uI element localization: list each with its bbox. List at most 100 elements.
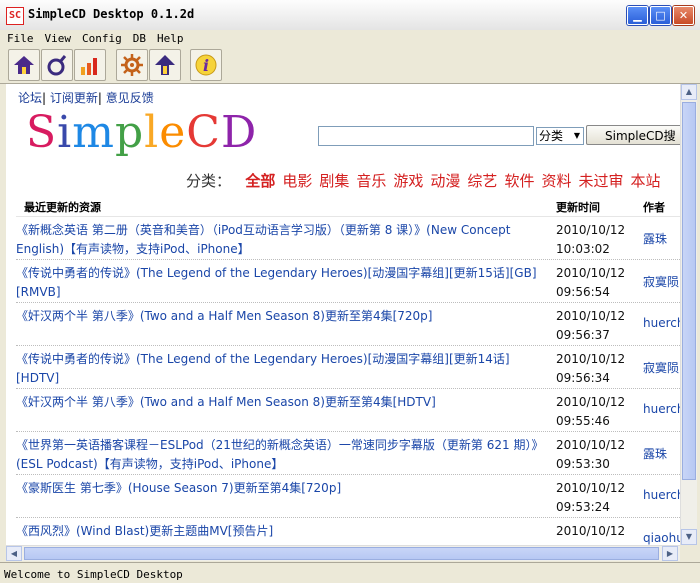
scroll-up-button[interactable]: ▲ — [681, 84, 697, 100]
category-link[interactable]: 动漫 — [430, 172, 460, 190]
author-link[interactable]: 寂寞陨 — [643, 273, 679, 290]
author-link[interactable]: 露珠 — [643, 230, 667, 247]
list-header: 最近更新的资源 更新时间 作者 — [16, 194, 680, 217]
category-link[interactable]: 未过审 — [578, 172, 623, 190]
resource-title-link[interactable]: 《西风烈》(Wind Blast)更新主题曲MV[预告片] — [16, 522, 546, 545]
logo-letter: D — [220, 107, 258, 158]
author-link[interactable]: qiaohu — [643, 531, 680, 545]
logo-letter: p — [114, 107, 145, 158]
feedback-link[interactable]: 意见反馈 — [106, 91, 154, 105]
list-row: 《新概念英语 第二册（英音和美音）（iPod互动语言学习版）（更新第 8 课）》… — [16, 217, 680, 260]
subscribe-link[interactable]: 订阅更新 — [50, 91, 98, 105]
resource-title-link[interactable]: 《新概念英语 第二册（英音和美音）（iPod互动语言学习版）（更新第 8 课）》… — [16, 221, 546, 259]
resource-title-link[interactable]: 《传说中勇者的传说》(The Legend of the Legendary H… — [16, 350, 546, 388]
logo-letter: e — [159, 107, 187, 158]
menu-db[interactable]: DB — [126, 30, 150, 46]
recycle-button[interactable] — [41, 49, 73, 81]
update-time: 2010/10/12 10:03:02 — [556, 223, 626, 256]
gear-icon — [121, 54, 143, 76]
category-link[interactable]: 综艺 — [467, 172, 497, 190]
settings-button[interactable] — [116, 49, 148, 81]
about-button[interactable]: i — [190, 49, 222, 81]
scroll-down-button[interactable]: ▼ — [681, 529, 697, 545]
recycle-icon — [47, 55, 67, 76]
category-link[interactable]: 音乐 — [356, 172, 386, 190]
author-link[interactable]: huerch — [643, 488, 680, 502]
minimize-button[interactable]: ▁ — [627, 6, 648, 25]
resource-title-link[interactable]: 《奸汉两个半 第八季》(Two and a Half Men Season 8)… — [16, 307, 546, 345]
scroll-left-button[interactable]: ◀ — [6, 546, 22, 561]
category-link[interactable]: 全部 — [245, 172, 275, 190]
vertical-scrollbar[interactable]: ▲ ▼ — [680, 84, 697, 545]
logo-letter: l — [144, 107, 160, 158]
list-row: 《传说中勇者的传说》(The Legend of the Legendary H… — [16, 260, 680, 303]
vertical-scroll-thumb[interactable] — [682, 102, 696, 480]
update-time: 2010/10/1209:52:5? — [556, 524, 626, 545]
category-link[interactable]: 软件 — [504, 172, 534, 190]
list-row: 《西风烈》(Wind Blast)更新主题曲MV[预告片] 2010/10/120… — [16, 518, 680, 545]
forum-link[interactable]: 论坛 — [18, 91, 42, 105]
update-time: 2010/10/12 09:55:46 — [556, 395, 626, 428]
resource-list: 最近更新的资源 更新时间 作者 《新概念英语 第二册（英音和美音）（iPod互动… — [16, 194, 680, 545]
header-time: 更新时间 — [556, 201, 600, 214]
header-author: 作者 — [643, 201, 665, 214]
author-link[interactable]: huerch — [643, 402, 680, 416]
app-window: SC SimpleCD Desktop 0.1.2d ▁ □ ✕ File Vi… — [0, 0, 700, 583]
category-link[interactable]: 资料 — [541, 172, 571, 190]
update-time: 2010/10/12 09:56:37 — [556, 309, 626, 342]
up-arrow-icon — [155, 55, 175, 75]
scroll-right-button[interactable]: ▶ — [662, 546, 678, 561]
logo-letter: C — [186, 107, 221, 158]
home-button[interactable] — [8, 49, 40, 81]
author-link[interactable]: huerch — [643, 316, 680, 330]
category-link[interactable]: 剧集 — [319, 172, 349, 190]
browser-view: 论坛| 订阅更新| 意见反馈 SimpleCD 分类 ▼ SimpleCD搜 分类… — [6, 84, 680, 545]
menu-file[interactable]: File — [0, 30, 38, 46]
list-row: 《传说中勇者的传说》(The Legend of the Legendary H… — [16, 346, 680, 389]
update-time: 2010/10/12 09:53:30 — [556, 438, 626, 471]
search-input[interactable] — [318, 126, 534, 146]
list-row: 《奸汉两个半 第八季》(Two and a Half Men Season 8)… — [16, 389, 680, 432]
window-title: SimpleCD Desktop 0.1.2d — [28, 7, 195, 21]
resource-title-link[interactable]: 《世界第一英语播客课程－ESLPod（21世纪的新概念英语）一常速同步字幕版（更… — [16, 436, 546, 474]
close-button[interactable]: ✕ — [673, 6, 694, 25]
site-logo[interactable]: SimpleCD — [26, 107, 257, 158]
header-title: 最近更新的资源 — [24, 201, 101, 214]
menu-help[interactable]: Help — [150, 30, 188, 46]
chart-button[interactable] — [74, 49, 106, 81]
top-links: 论坛| 订阅更新| 意见反馈 — [18, 91, 154, 105]
chart-icon — [81, 58, 97, 75]
category-bar: 分类： 全部 电影 剧集 音乐 游戏 动漫 综艺 软件 资料 未过审 本站 — [186, 170, 668, 191]
info-icon: i — [195, 54, 217, 76]
category-link[interactable]: 游戏 — [393, 172, 423, 190]
svg-text:i: i — [203, 56, 209, 75]
list-row: 《豪斯医生 第七季》(House Season 7)更新至第4集[720p] 20… — [16, 475, 680, 518]
update-button[interactable] — [149, 49, 181, 81]
maximize-button[interactable]: □ — [650, 6, 671, 25]
horizontal-scrollbar[interactable]: ◀ ▶ — [6, 545, 680, 561]
logo-letter: m — [72, 107, 115, 158]
author-link[interactable]: 寂寞陨 — [643, 359, 679, 376]
horizontal-scroll-thumb[interactable] — [24, 547, 659, 560]
update-time: 2010/10/12 09:56:34 — [556, 352, 626, 385]
author-link[interactable]: 露珠 — [643, 445, 667, 462]
toolbar: i — [0, 47, 700, 84]
status-bar: Welcome to SimpleCD Desktop — [0, 562, 700, 583]
menu-view[interactable]: View — [38, 30, 76, 46]
category-label: 分类： — [186, 172, 232, 190]
update-time: 2010/10/12 09:53:24 — [556, 481, 626, 514]
menu-bar: File View Config DB Help — [0, 30, 700, 46]
resource-title-link[interactable]: 《传说中勇者的传说》(The Legend of the Legendary H… — [16, 264, 546, 302]
title-bar[interactable]: SC SimpleCD Desktop 0.1.2d ▁ □ ✕ — [0, 0, 700, 31]
resource-title-link[interactable]: 《豪斯医生 第七季》(House Season 7)更新至第4集[720p] — [16, 479, 546, 517]
list-row: 《奸汉两个半 第八季》(Two and a Half Men Season 8)… — [16, 303, 680, 346]
resource-title-link[interactable]: 《奸汉两个半 第八季》(Two and a Half Men Season 8)… — [16, 393, 546, 431]
search-category-select[interactable]: 分类 ▼ — [536, 127, 584, 145]
category-link[interactable]: 电影 — [282, 172, 312, 190]
logo-letter: i — [57, 107, 73, 158]
logo-letter: S — [26, 107, 58, 158]
menu-config[interactable]: Config — [75, 30, 126, 46]
search-button[interactable]: SimpleCD搜 — [586, 125, 680, 145]
chevron-down-icon: ▼ — [571, 128, 583, 144]
category-link[interactable]: 本站 — [630, 172, 660, 190]
